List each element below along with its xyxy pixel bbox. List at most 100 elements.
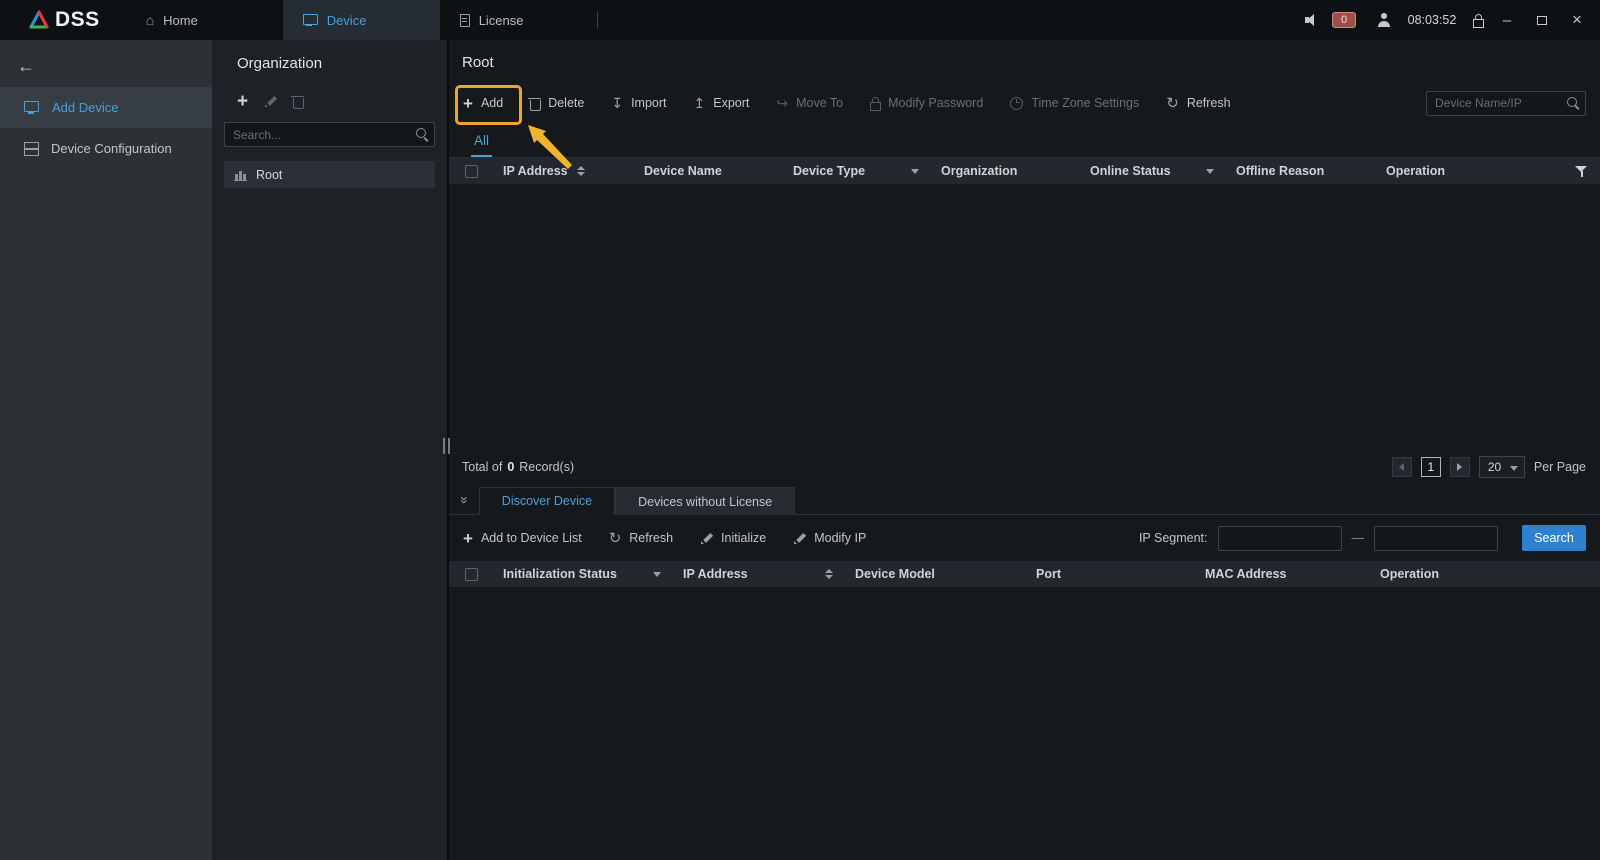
collapse-chevrons-icon[interactable]: » (458, 496, 472, 504)
column-label: Device Model (855, 567, 935, 581)
discover-table-header: Initialization Status IP Address Device … (449, 561, 1600, 587)
device-list-section: Root + Add Delete ↧ Import ↥ Export (449, 40, 1600, 485)
tab-license[interactable]: License (440, 0, 597, 40)
add-button[interactable]: + Add (463, 95, 503, 112)
filter-icon[interactable] (1575, 165, 1588, 178)
delete-button[interactable]: Delete (530, 96, 584, 111)
organization-search-input[interactable] (224, 122, 435, 147)
tab-devices-without-license[interactable]: Devices without License (615, 487, 795, 515)
search-button[interactable]: Search (1522, 525, 1586, 551)
previous-page-button[interactable] (1392, 457, 1412, 477)
sidebar-item-add-device[interactable]: Add Device (0, 87, 212, 128)
next-page-icon (1457, 463, 1462, 471)
delete-organization-icon[interactable] (293, 96, 303, 109)
ip-segment-start-input[interactable] (1218, 526, 1342, 551)
column-label: Device Type (793, 164, 865, 178)
dropdown-caret-icon[interactable] (1206, 169, 1214, 174)
tab-all[interactable]: All (471, 133, 492, 157)
tab-discover-device[interactable]: Discover Device (479, 487, 615, 515)
total-prefix: Total of (462, 460, 502, 474)
organization-node-icon (234, 169, 247, 181)
column-label: Operation (1386, 164, 1445, 178)
device-table-body (449, 184, 1600, 449)
current-page[interactable]: 1 (1421, 457, 1441, 477)
device-toolbar: + Add Delete ↧ Import ↥ Export ↪ Move (449, 84, 1600, 122)
column-device-name[interactable]: Device Name (634, 158, 783, 184)
column-offline-reason[interactable]: Offline Reason (1226, 158, 1376, 184)
minimize-button[interactable]: – (1496, 8, 1518, 32)
initialize-button[interactable]: Initialize (700, 531, 766, 545)
ip-segment-end-input[interactable] (1374, 526, 1498, 551)
column-ip-address[interactable]: IP Address (493, 158, 634, 184)
sidebar: ← Add Device Device Configuration (0, 40, 212, 860)
next-page-button[interactable] (1450, 457, 1470, 477)
column-port[interactable]: Port (1026, 561, 1195, 587)
range-separator: — (1352, 531, 1365, 545)
import-button[interactable]: ↧ Import (611, 96, 666, 110)
tab-home[interactable]: ⌂ Home (126, 0, 283, 40)
column-operation[interactable]: Operation (1370, 561, 1600, 587)
organization-panel-title: Organization (212, 40, 447, 72)
move-to-button[interactable]: ↪ Move To (776, 96, 843, 110)
initialize-label: Initialize (721, 531, 766, 545)
discover-refresh-button[interactable]: ↻ Refresh (609, 531, 673, 546)
tab-device[interactable]: Device (283, 0, 440, 40)
tree-node-root[interactable]: Root (224, 161, 435, 188)
column-device-model[interactable]: Device Model (845, 561, 1026, 587)
sidebar-item-device-configuration[interactable]: Device Configuration (0, 128, 212, 169)
add-organization-icon[interactable]: + (237, 92, 248, 111)
device-list-footer: Total of 0 Record(s) 1 20 Per Page (449, 449, 1600, 485)
column-device-type[interactable]: Device Type (783, 158, 931, 184)
page-size-select[interactable]: 20 (1479, 456, 1525, 478)
titlebar: DSS ⌂ Home Device License 0 08:03:52 – (0, 0, 1600, 40)
select-all-checkbox[interactable] (465, 165, 478, 178)
device-icon (303, 14, 318, 27)
close-button[interactable]: × (1566, 8, 1588, 32)
sidebar-item-label: Device Configuration (51, 141, 172, 156)
search-icon[interactable] (1566, 96, 1580, 110)
speaker-icon[interactable] (1305, 14, 1319, 27)
lock-icon[interactable] (1473, 14, 1483, 27)
sort-icon[interactable] (577, 166, 585, 176)
column-operation[interactable]: Operation (1376, 158, 1600, 184)
select-all-checkbox[interactable] (465, 568, 478, 581)
tab-home-label: Home (163, 13, 198, 28)
edit-organization-icon[interactable] (264, 95, 277, 108)
back-button[interactable]: ← (17, 53, 43, 79)
sort-icon[interactable] (825, 569, 833, 579)
dropdown-caret-icon[interactable] (653, 572, 661, 577)
column-mac-address[interactable]: MAC Address (1195, 561, 1370, 587)
modify-password-button[interactable]: Modify Password (870, 96, 983, 110)
app-logo: DSS (0, 8, 126, 32)
column-label: Operation (1380, 567, 1439, 581)
export-button[interactable]: ↥ Export (694, 96, 750, 110)
page-size-value: 20 (1488, 460, 1501, 474)
add-to-device-list-button[interactable]: + Add to Device List (463, 530, 582, 547)
discover-table-body (449, 587, 1600, 860)
maximize-button[interactable] (1531, 8, 1553, 32)
refresh-icon: ↻ (609, 531, 622, 546)
user-icon[interactable] (1377, 13, 1391, 27)
search-icon[interactable] (415, 127, 429, 141)
refresh-button[interactable]: ↻ Refresh (1166, 96, 1230, 111)
column-ip-address[interactable]: IP Address (673, 561, 845, 587)
plus-icon: + (463, 95, 473, 112)
time-zone-settings-button[interactable]: Time Zone Settings (1010, 96, 1139, 110)
column-online-status[interactable]: Online Status (1080, 158, 1226, 184)
main-nav-tabs: ⌂ Home Device License (126, 0, 598, 40)
modify-ip-button[interactable]: Modify IP (793, 531, 866, 545)
column-label: MAC Address (1205, 567, 1287, 581)
maximize-icon (1537, 16, 1547, 25)
device-search-input[interactable] (1426, 91, 1586, 116)
panel-resize-handle[interactable] (443, 438, 450, 454)
dropdown-caret-icon[interactable] (911, 169, 919, 174)
column-initialization-status[interactable]: Initialization Status (493, 561, 673, 587)
move-to-button-label: Move To (796, 96, 843, 110)
tab-separator (597, 11, 598, 29)
import-icon: ↧ (611, 96, 623, 110)
column-label: Online Status (1090, 164, 1171, 178)
back-arrow-icon: ← (17, 56, 35, 77)
delete-button-label: Delete (548, 96, 584, 110)
timezone-icon (1010, 97, 1023, 110)
column-organization[interactable]: Organization (931, 158, 1080, 184)
